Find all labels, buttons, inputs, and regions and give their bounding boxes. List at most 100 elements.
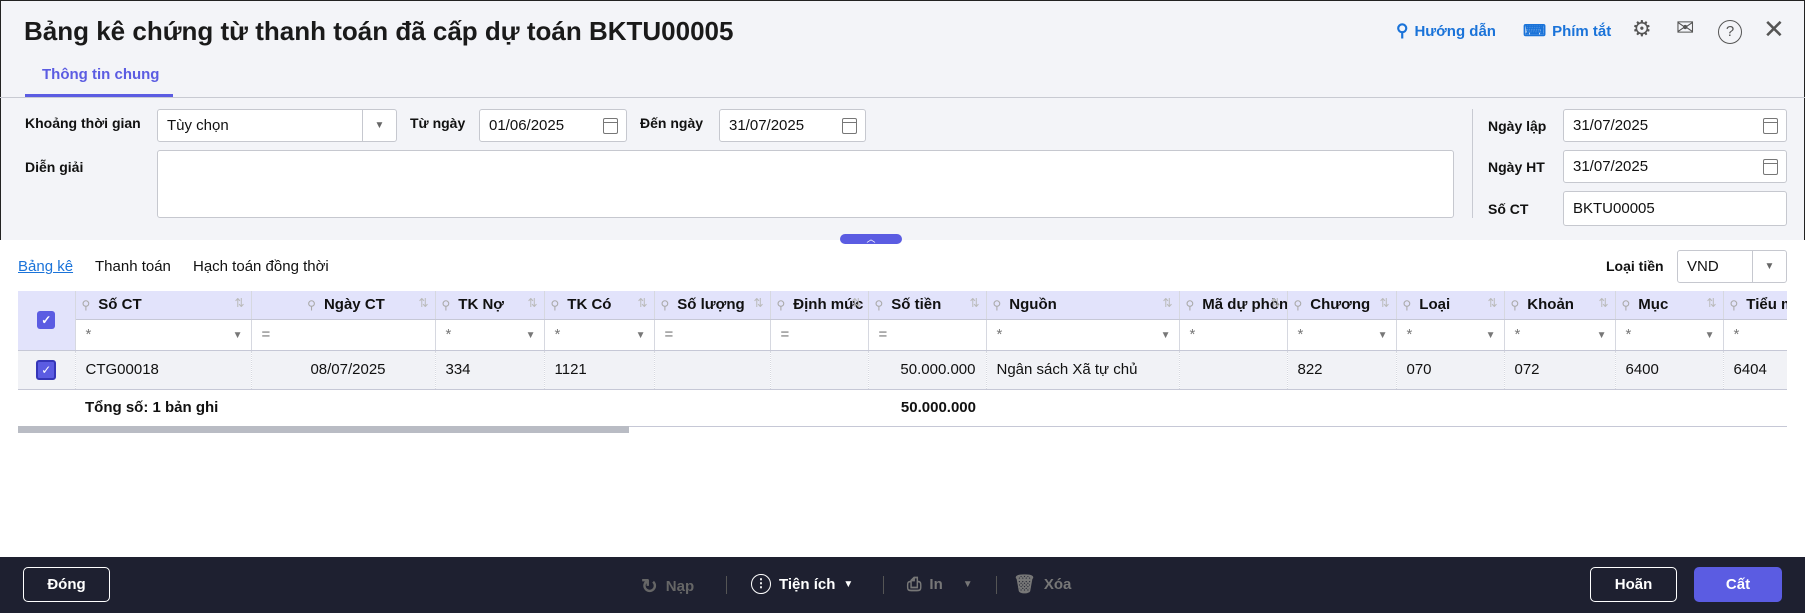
chevron-down-icon[interactable]: ▼ bbox=[1752, 251, 1786, 282]
pin-icon[interactable]: ⚲ bbox=[1294, 298, 1303, 312]
sort-icon[interactable]: ⇅ bbox=[1270, 296, 1280, 310]
column-filter[interactable]: = bbox=[251, 319, 436, 351]
filter-operator[interactable]: * bbox=[997, 326, 1003, 343]
filter-operator[interactable]: = bbox=[781, 326, 790, 343]
help-icon[interactable]: ? bbox=[1718, 20, 1742, 44]
table-cell[interactable] bbox=[1179, 350, 1288, 390]
filter-operator[interactable]: * bbox=[1734, 326, 1740, 343]
column-filter[interactable]: * bbox=[1723, 319, 1787, 351]
table-cell[interactable]: 08/07/2025 bbox=[251, 350, 436, 390]
sort-icon[interactable]: ⇅ bbox=[753, 296, 763, 310]
table-cell[interactable]: 822 bbox=[1287, 350, 1397, 390]
table-cell[interactable]: 1121 bbox=[544, 350, 655, 390]
column-header[interactable]: ⚲Tiểu mục⇅ bbox=[1723, 291, 1787, 320]
calendar-icon[interactable] bbox=[1763, 117, 1778, 134]
subtab-simultaneous-posting[interactable]: Hạch toán đồng thời bbox=[193, 258, 329, 275]
reload-button[interactable]: ↻ Nạp bbox=[641, 574, 694, 599]
created-date-input[interactable]: 31/07/2025 bbox=[1563, 109, 1787, 142]
chevron-down-icon[interactable]: ▼ bbox=[1161, 330, 1171, 341]
mail-forward-icon[interactable]: ✉ bbox=[1676, 15, 1694, 41]
postpone-button[interactable]: Hoãn bbox=[1590, 567, 1677, 602]
description-textarea[interactable] bbox=[157, 150, 1454, 218]
close-button[interactable]: Đóng bbox=[23, 567, 110, 602]
chevron-down-icon[interactable]: ▼ bbox=[526, 330, 536, 341]
column-filter[interactable]: = bbox=[868, 319, 987, 351]
table-cell[interactable]: 072 bbox=[1504, 350, 1616, 390]
column-filter[interactable]: * ▼ bbox=[986, 319, 1180, 351]
pin-icon[interactable]: ⚲ bbox=[875, 298, 884, 312]
column-filter[interactable]: * ▼ bbox=[435, 319, 545, 351]
filter-operator[interactable]: * bbox=[1515, 326, 1521, 343]
table-cell[interactable] bbox=[654, 350, 771, 390]
shortcut-link[interactable]: ⌨ Phím tắt bbox=[1523, 21, 1611, 41]
filter-operator[interactable]: * bbox=[86, 326, 92, 343]
pin-icon[interactable]: ⚲ bbox=[82, 298, 91, 312]
table-cell[interactable] bbox=[770, 350, 869, 390]
chevron-down-icon[interactable]: ▼ bbox=[636, 330, 646, 341]
sort-icon[interactable]: ⇅ bbox=[1379, 296, 1389, 310]
column-filter[interactable]: = bbox=[654, 319, 771, 351]
calendar-icon[interactable] bbox=[603, 117, 618, 134]
filter-operator[interactable]: = bbox=[665, 326, 674, 343]
tab-general-info[interactable]: Thông tin chung bbox=[42, 66, 159, 83]
close-icon[interactable]: ✕ bbox=[1763, 14, 1785, 45]
sort-icon[interactable]: ⇅ bbox=[234, 296, 244, 310]
utilities-button[interactable]: ⋮ Tiện ích ▼ bbox=[751, 574, 853, 594]
chevron-down-icon[interactable]: ▼ bbox=[1597, 330, 1607, 341]
column-filter[interactable]: * ▼ bbox=[544, 319, 655, 351]
sort-icon[interactable]: ⇅ bbox=[969, 296, 979, 310]
calendar-icon[interactable] bbox=[842, 117, 857, 134]
pin-icon[interactable]: ⚲ bbox=[1511, 298, 1520, 312]
chevron-down-icon[interactable]: ▼ bbox=[1705, 330, 1715, 341]
chevron-down-icon[interactable]: ▼ bbox=[233, 330, 243, 341]
filter-operator[interactable]: * bbox=[1190, 326, 1196, 343]
table-cell[interactable]: 6400 bbox=[1615, 350, 1724, 390]
caret-down-icon[interactable]: ▼ bbox=[963, 579, 973, 590]
from-date-input[interactable]: 01/06/2025 bbox=[479, 109, 627, 142]
sort-icon[interactable]: ⇅ bbox=[1487, 296, 1497, 310]
pin-icon[interactable]: ⚲ bbox=[993, 298, 1002, 312]
pin-icon[interactable]: ⚲ bbox=[777, 298, 786, 312]
sort-icon[interactable]: ⇅ bbox=[851, 296, 861, 310]
filter-operator[interactable]: * bbox=[1407, 326, 1413, 343]
sort-icon[interactable]: ⇅ bbox=[1598, 296, 1608, 310]
subtab-list[interactable]: Bảng kê bbox=[18, 258, 73, 275]
table-cell[interactable]: 50.000.000 bbox=[868, 350, 987, 390]
pin-icon[interactable]: ⚲ bbox=[442, 298, 451, 312]
filter-operator[interactable]: * bbox=[555, 326, 561, 343]
column-filter[interactable]: * ▼ bbox=[1615, 319, 1724, 351]
currency-select[interactable]: VND ▼ bbox=[1677, 250, 1787, 283]
column-header[interactable]: ⚲ Số lượng ⇅ bbox=[654, 291, 771, 320]
pin-icon[interactable]: ⚲ bbox=[661, 298, 670, 312]
column-header[interactable]: ⚲ Mục ⇅ bbox=[1615, 291, 1724, 320]
chevron-down-icon[interactable]: ▼ bbox=[1378, 330, 1388, 341]
column-filter[interactable]: * bbox=[1179, 319, 1288, 351]
gear-icon[interactable]: ⚙ bbox=[1632, 16, 1652, 42]
pin-icon[interactable]: ⚲ bbox=[1186, 298, 1195, 312]
select-all-cell[interactable]: ✓ bbox=[18, 291, 76, 351]
filter-operator[interactable]: * bbox=[1626, 326, 1632, 343]
column-header[interactable]: ⚲ Loại ⇅ bbox=[1396, 291, 1505, 320]
column-header[interactable]: ⚲ Số tiền ⇅ bbox=[868, 291, 987, 320]
filter-operator[interactable]: * bbox=[446, 326, 452, 343]
guide-link[interactable]: ⚲ Hướng dẫn bbox=[1396, 21, 1496, 41]
chevron-down-icon[interactable]: ▼ bbox=[362, 110, 396, 141]
pin-icon[interactable]: ⚲ bbox=[551, 298, 560, 312]
calendar-icon[interactable] bbox=[1763, 158, 1778, 175]
select-all-checkbox[interactable]: ✓ bbox=[37, 311, 56, 330]
posting-date-input[interactable]: 31/07/2025 bbox=[1563, 150, 1787, 183]
print-button[interactable]: ⎙ In ▼ bbox=[907, 574, 973, 595]
column-header[interactable]: ⚲ Số CT ⇅ bbox=[75, 291, 252, 320]
sort-icon[interactable]: ⇅ bbox=[1706, 296, 1716, 310]
column-filter[interactable]: * ▼ bbox=[1396, 319, 1505, 351]
column-header[interactable]: ⚲Mã dự phòng⇅ bbox=[1179, 291, 1288, 320]
row-checkbox[interactable]: ✓ bbox=[36, 359, 57, 380]
to-date-input[interactable]: 31/07/2025 bbox=[719, 109, 866, 142]
column-header[interactable]: ⚲ Định mức ⇅ bbox=[770, 291, 869, 320]
pin-icon[interactable]: ⚲ bbox=[1622, 298, 1631, 312]
filter-operator[interactable]: = bbox=[262, 326, 271, 343]
column-header[interactable]: ⚲ Khoản ⇅ bbox=[1504, 291, 1616, 320]
column-header[interactable]: ⚲ TK Có ⇅ bbox=[544, 291, 655, 320]
table-cell[interactable]: Ngân sách Xã tự chủ bbox=[986, 350, 1180, 390]
period-select[interactable]: Tùy chọn ▼ bbox=[157, 109, 397, 142]
